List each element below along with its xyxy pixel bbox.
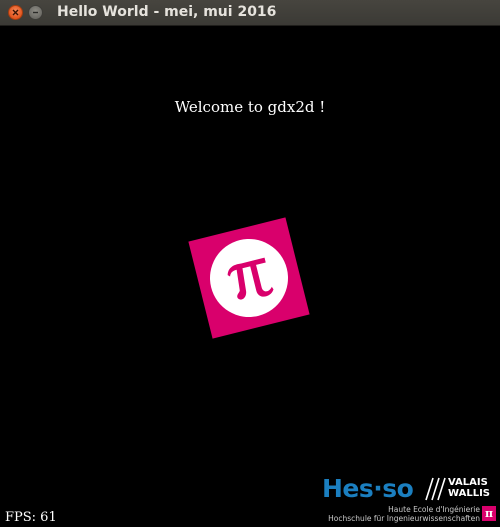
window-titlebar[interactable]: Hello World - mei, mui 2016 [0,0,500,26]
hes-subtitle-fr: Haute Ecole d'Ingénierie [388,505,480,514]
hes-so-wordmark: Hes·so [322,474,414,503]
minimize-icon [33,11,38,14]
close-button[interactable] [8,5,23,20]
minimize-button[interactable] [28,5,43,20]
fps-counter: FPS: 61 [5,510,57,525]
close-icon [12,9,19,16]
hes-subtitle-de: Hochschule für Ingenieurwissenschaften [328,514,480,523]
hes-pi-badge: π [482,506,496,521]
hes-so-logo: Hes·so VALAIS WALLIS Haute Ecole d'Ingén… [320,474,498,524]
pi-logo-circle [201,230,297,326]
region-valais: VALAIS [448,477,488,488]
double-slash-icon [425,477,446,501]
region-wallis: WALLIS [448,488,490,499]
window-title: Hello World - mei, mui 2016 [57,4,277,20]
pi-logo [188,217,310,339]
pi-icon [227,257,274,300]
pi-logo-square [188,217,310,339]
welcome-text: Welcome to gdx2d ! [174,98,326,116]
hes-region: VALAIS WALLIS [448,477,490,499]
